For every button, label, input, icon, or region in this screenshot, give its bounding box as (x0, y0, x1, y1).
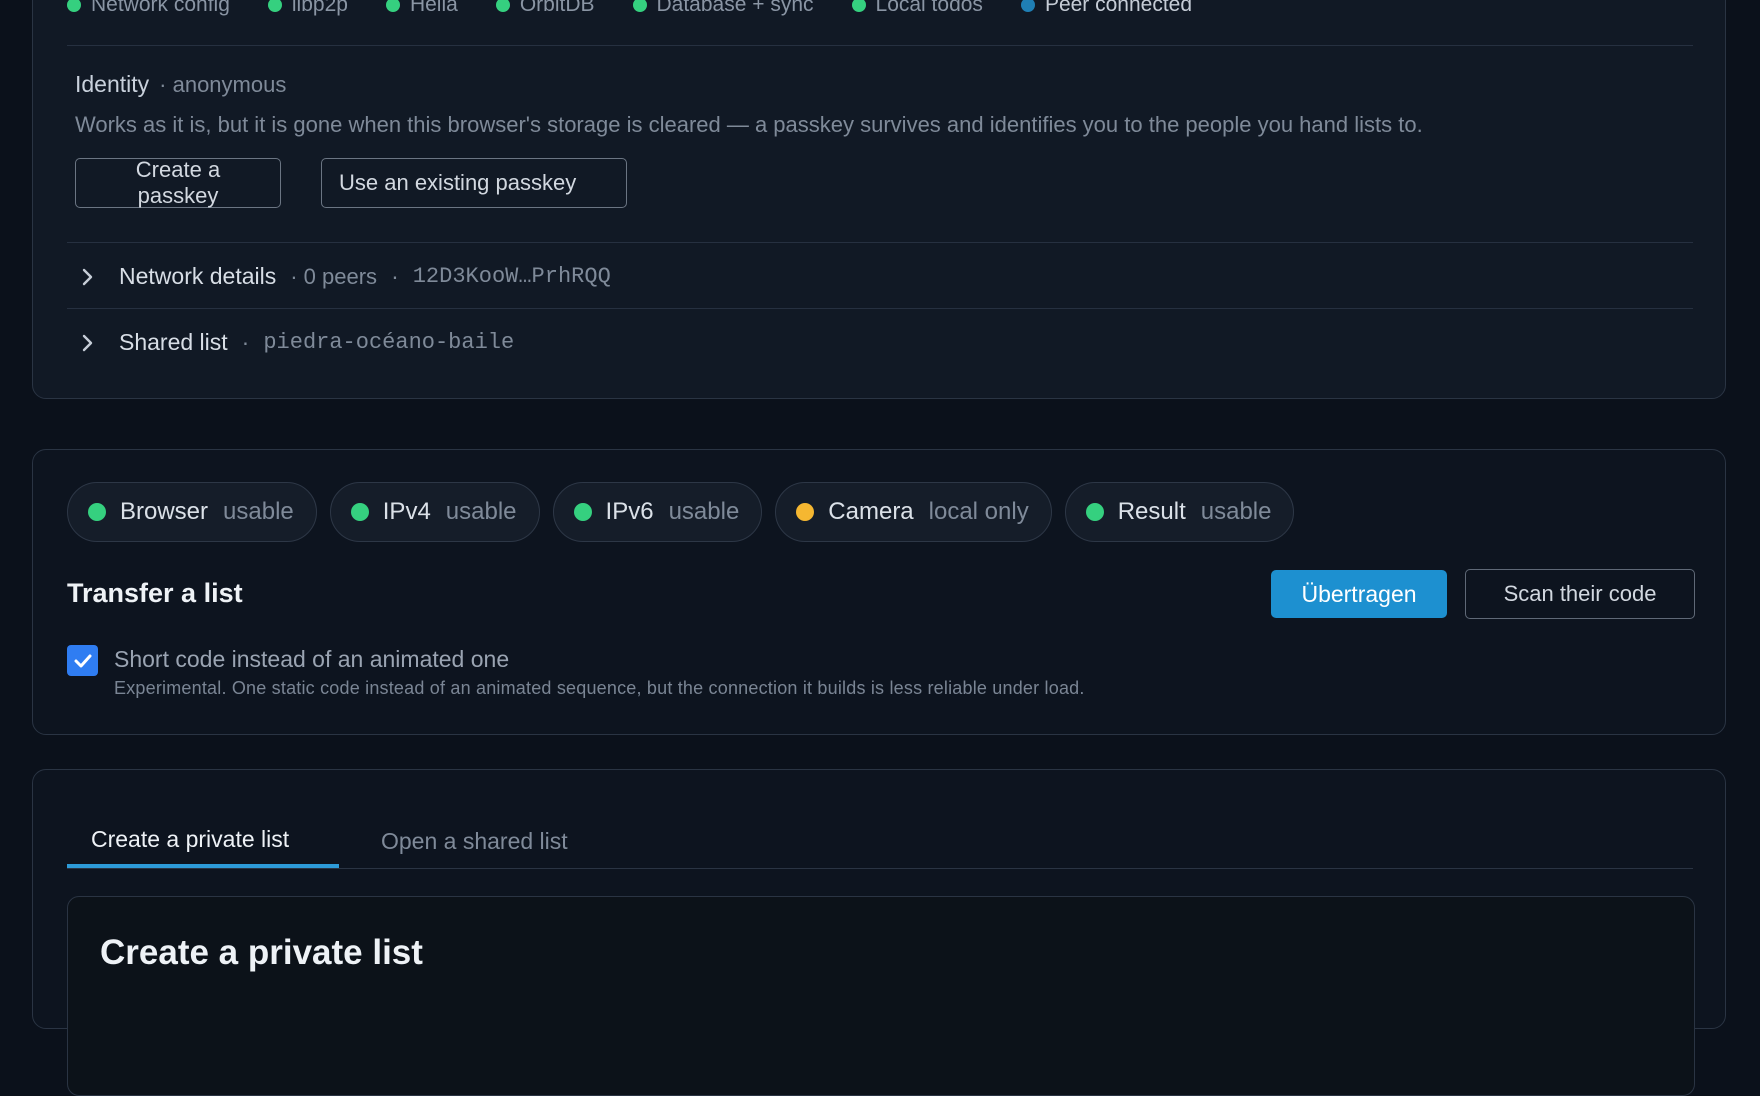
transfer-title: Transfer a list (67, 578, 243, 608)
status-network-config: Network config (67, 0, 230, 17)
list-tabs: Create a private list Open a shared list (67, 814, 1693, 869)
peer-id: 12D3KooW…PrhRQQ (412, 264, 611, 289)
identity-heading: Identity · anonymous (75, 71, 286, 98)
status-helia: Helia (385, 0, 458, 17)
divider (67, 308, 1693, 309)
capability-browser: Browser usable (67, 482, 317, 542)
capability-camera: Camera local only (775, 482, 1052, 542)
status-database-sync: Database + sync (632, 0, 814, 17)
shared-list-title: Shared list (119, 329, 228, 355)
separator: · (241, 329, 250, 355)
short-code-help: Experimental. One static code instead of… (114, 678, 1085, 698)
status-dot (385, 0, 400, 12)
status-dot (851, 0, 866, 12)
status-dot (1085, 503, 1104, 521)
status-row: Network config libp2p Helia OrbitDB Data… (67, 0, 1230, 37)
transfer-card: Browser usable IPv4 usable IPv6 usable Came… (32, 449, 1726, 735)
divider (67, 45, 1693, 46)
capability-ipv6: IPv6 usable (552, 482, 763, 542)
create-private-list-panel: Create a private list (67, 896, 1695, 1096)
status-card: Network config libp2p Helia OrbitDB Data… (32, 0, 1726, 399)
status-dot (796, 503, 815, 521)
status-dot (1020, 0, 1035, 12)
peer-count: · 0 peers (290, 263, 378, 289)
network-details-toggle[interactable]: Network details · 0 peers · 12D3KooW…Prh… (75, 263, 611, 290)
short-code-label[interactable]: Short code instead of an animated one (114, 646, 509, 673)
status-dot (350, 503, 369, 521)
chevron-right-icon (75, 330, 101, 356)
capability-pills: Browser usable IPv4 usable IPv6 usable Came… (67, 482, 1307, 542)
status-dot (495, 0, 510, 12)
scan-code-button[interactable]: Scan their code (1465, 569, 1695, 619)
capability-result: Result usable (1064, 482, 1295, 542)
status-dot (67, 0, 81, 12)
tab-open-shared-list[interactable]: Open a shared list (357, 814, 592, 868)
separator: · (391, 263, 399, 289)
status-dot (88, 503, 106, 521)
divider (67, 242, 1693, 243)
status-dot (267, 0, 282, 12)
shared-list-name: piedra-océano-baile (263, 330, 515, 355)
status-dot (573, 503, 592, 521)
network-details-title: Network details (119, 263, 277, 289)
identity-state: · anonymous (159, 72, 287, 97)
status-orbitdb: OrbitDB (495, 0, 595, 17)
use-existing-passkey-button[interactable]: Use an existing passkey (321, 158, 627, 208)
panel-title: Create a private list (100, 933, 423, 972)
transfer-button[interactable]: Übertragen (1271, 570, 1447, 618)
status-local-todos: Local todos (851, 0, 983, 17)
create-list-card: Create a private list Open a shared list… (32, 769, 1726, 1096)
status-dot (632, 0, 647, 12)
checkmark-icon (74, 654, 91, 667)
chevron-right-icon (75, 264, 101, 290)
create-passkey-button[interactable]: Create a passkey (75, 157, 281, 208)
capability-ipv4: IPv4 usable (329, 482, 540, 542)
status-peer-connected: Peer connected (1020, 0, 1192, 17)
tab-create-private-list[interactable]: Create a private list (67, 814, 339, 868)
identity-label: Identity (75, 71, 150, 97)
shared-list-toggle[interactable]: Shared list · piedra-océano-baile (75, 329, 514, 356)
short-code-checkbox[interactable] (67, 645, 98, 676)
identity-description: Works as it is, but it is gone when this… (75, 112, 1423, 137)
status-libp2p: libp2p (267, 0, 348, 17)
